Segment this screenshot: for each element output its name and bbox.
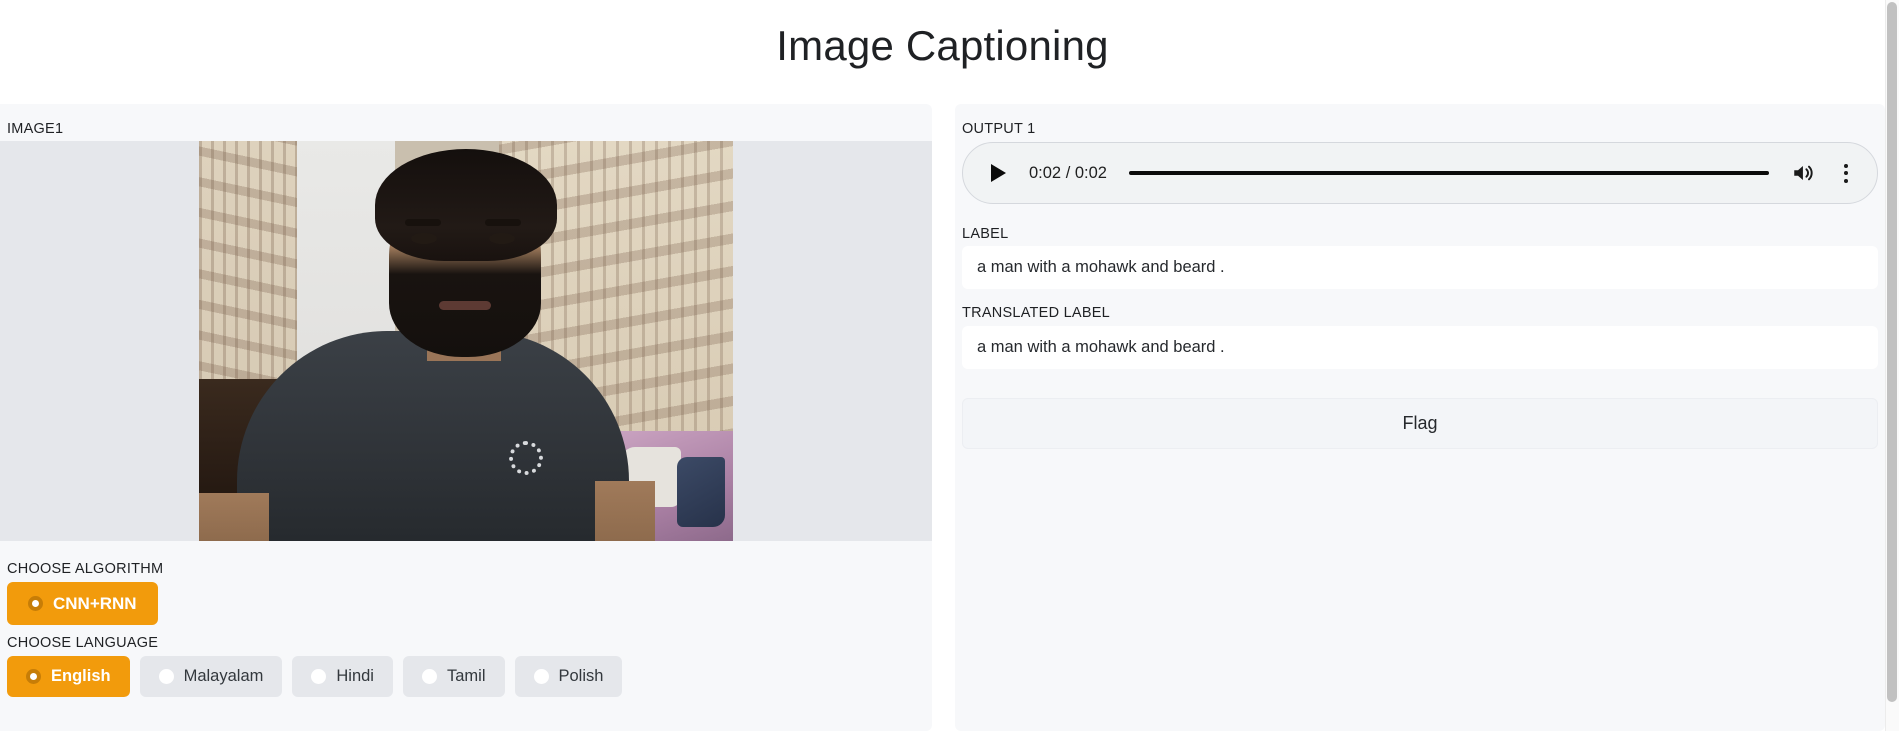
page-scrollbar-thumb[interactable] [1887,2,1897,702]
kebab-dot [1844,171,1848,175]
radio-dot-icon [533,669,549,684]
algorithm-radio-group: CNN+RNN [7,582,158,625]
person-mouth [439,301,491,310]
page-scrollbar-track[interactable] [1885,0,1899,731]
flag-button[interactable]: Flag [962,398,1878,449]
person-hair [375,149,557,261]
app-root: Image Captioning IMAGE1 CHOOSE ALGORITHM… [0,0,1899,731]
person-arm-right [595,481,655,541]
volume-icon[interactable] [1791,160,1817,186]
radio-dot-icon [158,669,174,684]
translated-label-field-title: TRANSLATED LABEL [962,305,1110,321]
label-value[interactable]: a man with a mohawk and beard . [962,246,1878,289]
radio-dot-icon [311,669,327,684]
radio-label: Polish [558,667,604,685]
webcam-photo [199,141,733,541]
radio-option-cnn-rnn[interactable]: CNN+RNN [7,582,158,625]
output-field-label: OUTPUT 1 [962,121,1036,137]
radio-dot-icon [28,596,43,611]
audio-time-display: 0:02 / 0:02 [1029,163,1107,182]
kebab-menu-icon[interactable] [1833,160,1859,186]
input-panel: IMAGE1 CHOOSE ALGORITHM CNN+RNN CHOOSE L… [0,104,932,731]
play-triangle-icon [990,164,1006,182]
radio-label: Malayalam [183,667,264,685]
kebab-dot [1844,163,1848,168]
radio-label: Tamil [446,667,486,685]
radio-dot-icon [421,669,437,684]
person-torso [237,331,629,541]
page-title: Image Captioning [776,22,1109,69]
kebab-dot [1844,178,1848,183]
radio-option-hindi[interactable]: Hindi [292,656,393,697]
audio-seek-slider[interactable] [1128,171,1769,175]
person-eyebrow-right [485,219,521,226]
person-eye-left [411,233,437,244]
output-panel: OUTPUT 1 0:02 / 0:02 LABEL a man with a … [955,104,1885,731]
radio-label: Hindi [336,667,374,685]
label-field-title: LABEL [962,226,1009,242]
person-eye-right [489,233,515,244]
radio-option-tamil[interactable]: Tamil [402,656,505,697]
radio-label: English [51,667,111,685]
person-arm-left [199,493,269,541]
tshirt-logo [509,441,543,475]
algorithm-group-label: CHOOSE ALGORITHM [7,561,164,577]
image-field-label: IMAGE1 [7,121,64,137]
bed-clothing [677,457,725,527]
image-display[interactable] [0,141,932,541]
radio-option-malayalam[interactable]: Malayalam [139,656,283,697]
translated-label-value[interactable]: a man with a mohawk and beard . [962,326,1878,369]
radio-label: CNN+RNN [53,593,137,613]
language-radio-group: English Malayalam Hindi Tamil Polish [7,656,623,697]
person-eyebrow-left [405,219,441,226]
radio-option-english[interactable]: English [7,656,130,697]
radio-option-polish[interactable]: Polish [514,656,623,697]
radio-dot-icon [26,669,41,684]
audio-player[interactable]: 0:02 / 0:02 [962,142,1878,204]
play-icon[interactable] [985,160,1011,186]
language-group-label: CHOOSE LANGUAGE [7,635,159,651]
